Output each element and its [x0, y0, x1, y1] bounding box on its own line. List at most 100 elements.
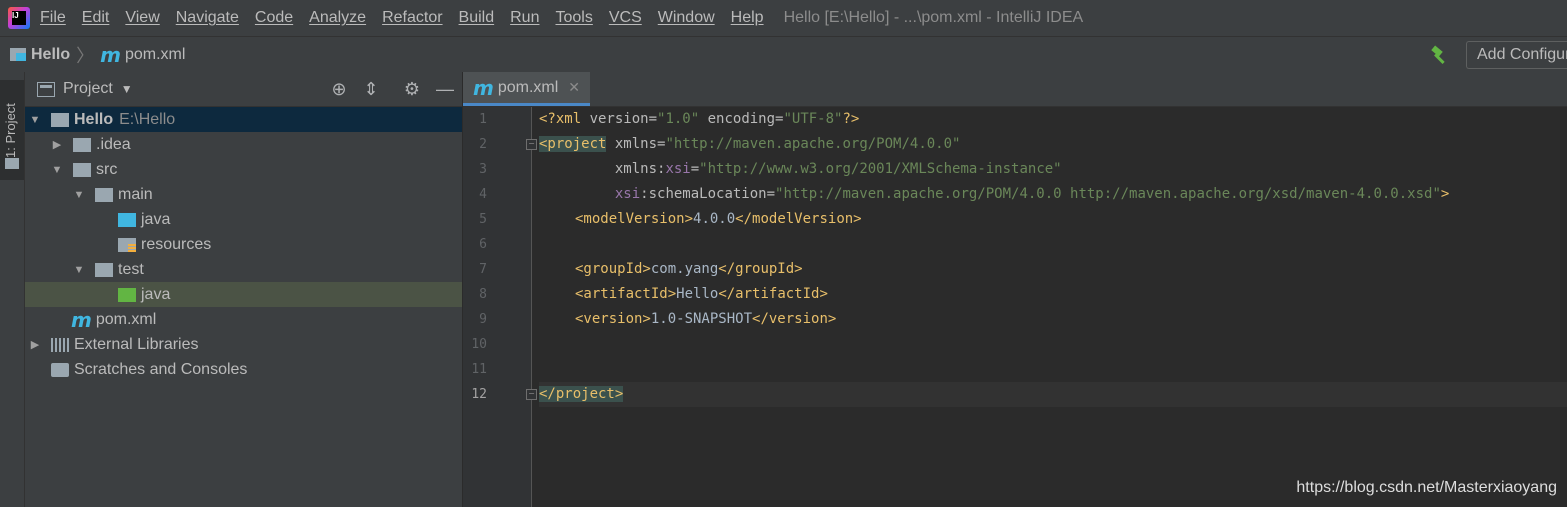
line-number: 11: [471, 362, 487, 377]
folder-icon: [73, 137, 91, 152]
tree-item-main[interactable]: ▼ main: [25, 182, 462, 207]
editor-gutter: 1 2 3 4 5 6 7 8 9 10 11 12 − −: [463, 107, 537, 507]
locate-target-icon[interactable]: ⊕: [329, 79, 349, 99]
tree-item-label: src: [96, 160, 118, 178]
menu-navigate[interactable]: Navigate: [176, 9, 239, 27]
build-hammer-icon[interactable]: [1429, 45, 1451, 65]
resources-folder-icon: [118, 237, 136, 252]
code-line-7: <groupId>com.yang</groupId>: [539, 257, 1567, 282]
folder-icon: [95, 187, 113, 202]
menu-build[interactable]: Build: [459, 9, 495, 27]
code-line-4: xsi:schemaLocation="http://maven.apache.…: [539, 182, 1567, 207]
menu-analyze[interactable]: Analyze: [309, 9, 366, 27]
menu-run[interactable]: Run: [510, 9, 539, 27]
token: Hello: [676, 286, 719, 302]
expanded-arrow-icon[interactable]: ▼: [71, 264, 87, 276]
editor-tab-bar: m pom.xml ✕: [463, 72, 1567, 107]
watermark-url: https://blog.csdn.net/Masterxiaoyang: [1296, 479, 1557, 496]
menu-code[interactable]: Code: [255, 9, 293, 27]
maven-file-icon: m: [71, 307, 92, 332]
breadcrumb-separator-icon: 〉: [76, 45, 95, 66]
token: "http://www.w3.org/2001/XMLSchema-instan…: [699, 161, 1062, 177]
editor-tab-pom[interactable]: m pom.xml ✕: [463, 72, 591, 106]
tree-item-idea[interactable]: ▶ .idea: [25, 132, 462, 157]
menu-bar: IJ File Edit View Navigate Code Analyze …: [0, 0, 1567, 36]
token: <?xml: [539, 111, 590, 127]
breadcrumb-project[interactable]: Hello: [31, 46, 70, 64]
fold-collapse-icon[interactable]: −: [526, 139, 537, 150]
tree-item-scratches[interactable]: Scratches and Consoles: [25, 357, 462, 382]
module-folder-icon: [51, 112, 69, 127]
line-number: 2: [479, 137, 487, 152]
tree-item-test-java[interactable]: java: [25, 282, 462, 307]
token: </modelVersion>: [735, 211, 862, 227]
tree-item-src[interactable]: ▼ src: [25, 157, 462, 182]
code-line-1: <?xml version="1.0" encoding="UTF-8"?>: [539, 107, 1567, 132]
menu-tools[interactable]: Tools: [555, 9, 592, 27]
menu-refactor[interactable]: Refactor: [382, 9, 442, 27]
navigation-bar: Hello 〉 m pom.xml Add Configuration...: [0, 36, 1567, 73]
collapsed-arrow-icon[interactable]: ▶: [27, 338, 43, 351]
menu-edit[interactable]: Edit: [82, 9, 110, 27]
maven-file-icon: m: [473, 75, 494, 100]
tree-item-label: java: [141, 210, 171, 228]
tree-item-pom[interactable]: m pom.xml: [25, 307, 462, 332]
code-line-12: </project>: [539, 382, 1567, 407]
fold-end-icon[interactable]: −: [526, 389, 537, 400]
gear-icon[interactable]: ⚙: [402, 79, 422, 99]
line-number: 12: [471, 387, 487, 402]
tree-item-resources[interactable]: resources: [25, 232, 462, 257]
project-tool-tab[interactable]: 1: Project: [0, 80, 24, 180]
tree-item-label: pom.xml: [95, 310, 157, 328]
window-title: Hello [E:\Hello] - ...\pom.xml - Intelli…: [783, 9, 1084, 26]
token: <groupId>: [575, 261, 651, 277]
token: xmlns=: [606, 136, 666, 152]
project-panel-header: Project ▼ ⊕ ⇕ ⚙ —: [25, 72, 462, 107]
token: xsi: [614, 186, 641, 202]
line-number: 4: [479, 187, 487, 202]
line-number: 8: [479, 287, 487, 302]
token: </groupId>: [718, 261, 803, 277]
tree-item-label: Scratches and Consoles: [74, 360, 248, 378]
minimize-icon[interactable]: —: [435, 79, 455, 99]
expanded-arrow-icon[interactable]: ▼: [49, 164, 65, 176]
token: xmlns:: [539, 161, 666, 177]
menu-help[interactable]: Help: [731, 9, 764, 27]
tree-item-root[interactable]: ▼ Hello E:\Hello: [25, 107, 462, 132]
add-configuration-button[interactable]: Add Configuration...: [1466, 41, 1567, 69]
expanded-arrow-icon[interactable]: ▼: [71, 189, 87, 201]
expanded-arrow-icon[interactable]: ▼: [27, 114, 43, 126]
tree-item-external-libraries[interactable]: ▶ External Libraries: [25, 332, 462, 357]
token: "1.0": [657, 111, 700, 127]
line-number: 5: [479, 212, 487, 227]
token: "UTF-8": [783, 111, 843, 127]
collapse-all-icon[interactable]: ⇕: [361, 79, 381, 99]
tree-item-test[interactable]: ▼ test: [25, 257, 462, 282]
project-view-selector[interactable]: Project: [63, 80, 113, 98]
token: <artifactId>: [575, 286, 677, 302]
tree-item-label: .idea: [96, 135, 131, 153]
token: ?>: [842, 111, 860, 127]
breadcrumb-file[interactable]: pom.xml: [125, 46, 185, 64]
code-area[interactable]: <?xml version="1.0" encoding="UTF-8"?> <…: [539, 107, 1567, 507]
tree-item-label: java: [141, 285, 171, 303]
token: 1.0-SNAPSHOT: [650, 311, 753, 327]
chevron-down-icon[interactable]: ▼: [121, 82, 133, 96]
tree-item-label: resources: [141, 235, 212, 253]
menu-window[interactable]: Window: [658, 9, 715, 27]
menu-view[interactable]: View: [125, 9, 159, 27]
menu-file[interactable]: File: [40, 9, 66, 27]
code-line-8: <artifactId>Hello</artifactId>: [539, 282, 1567, 307]
line-number: 7: [479, 262, 487, 277]
tree-item-label: External Libraries: [74, 335, 199, 353]
menu-vcs[interactable]: VCS: [609, 9, 642, 27]
token: </artifactId>: [718, 286, 828, 302]
tree-item-main-java[interactable]: java: [25, 207, 462, 232]
token: >: [1440, 186, 1450, 202]
close-icon[interactable]: ✕: [568, 79, 580, 96]
collapsed-arrow-icon[interactable]: ▶: [49, 138, 65, 151]
line-number: 1: [479, 112, 487, 127]
code-line-5: <modelVersion>4.0.0</modelVersion>: [539, 207, 1567, 232]
